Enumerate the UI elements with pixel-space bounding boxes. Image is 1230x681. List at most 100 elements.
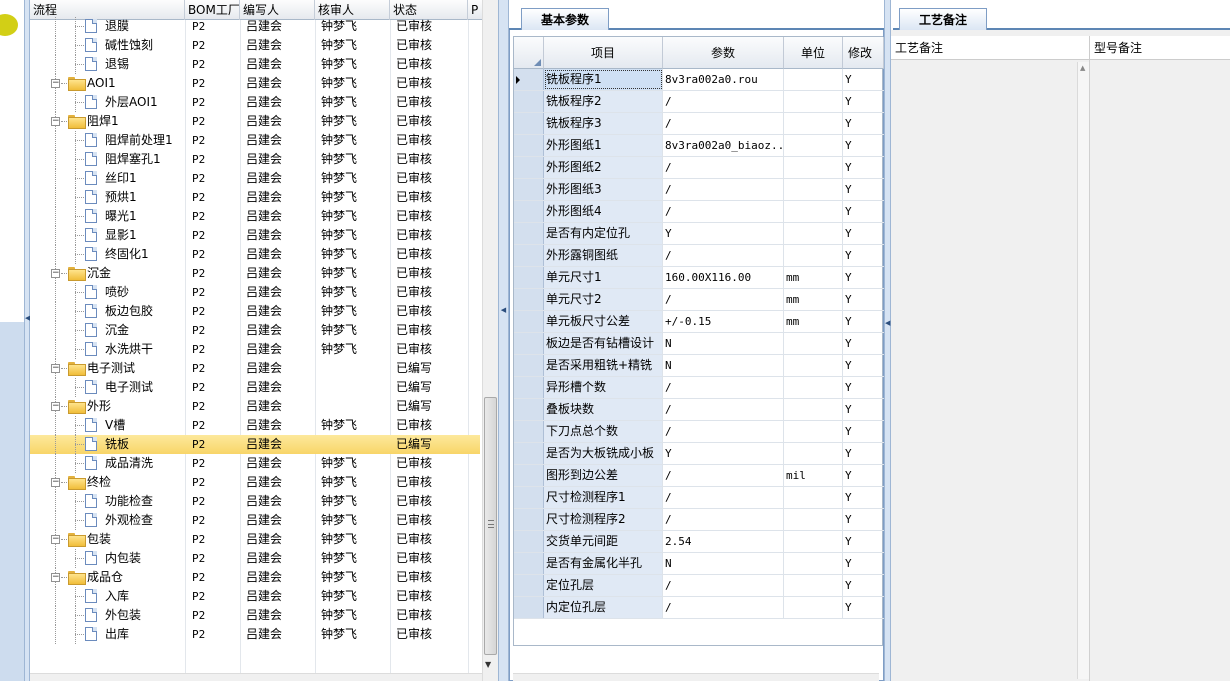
tree-row[interactable]: 阻焊前处理1 P2 吕建会 钟梦飞 已审核 <box>30 131 480 150</box>
row-indicator[interactable] <box>514 267 544 288</box>
params-row[interactable]: 是否有金属化半孔 N Y <box>514 553 884 575</box>
param-item-cell[interactable]: 板边是否有钻槽设计 <box>544 333 663 354</box>
tree-row[interactable]: 入库 P2 吕建会 钟梦飞 已审核 <box>30 587 480 606</box>
param-item-cell[interactable]: 单元尺寸1 <box>544 267 663 288</box>
param-value-cell[interactable]: / <box>663 399 784 420</box>
col-header-item[interactable]: 项目 <box>544 37 663 69</box>
param-value-cell[interactable]: 8v3ra002a0.rou <box>663 69 784 90</box>
param-unit-cell[interactable] <box>784 223 843 244</box>
params-row[interactable]: 尺寸检测程序1/ Y <box>514 487 884 509</box>
row-indicator[interactable] <box>514 553 544 574</box>
param-item-cell[interactable]: 是否为大板铣成小板 <box>544 443 663 464</box>
tree-group-row[interactable]: − 终检 P2 吕建会 钟梦飞 已审核 <box>30 473 480 492</box>
params-row[interactable]: 下刀点总个数 / Y <box>514 421 884 443</box>
param-modified-cell[interactable]: Y <box>843 377 884 398</box>
tree-row[interactable]: 外观检查 P2 吕建会 钟梦飞 已审核 <box>30 511 480 530</box>
params-row[interactable]: 单元尺寸1 160.00X116.00 mm Y <box>514 267 884 289</box>
param-modified-cell[interactable]: Y <box>843 465 884 486</box>
model-note-textarea[interactable] <box>1090 60 1230 681</box>
param-item-cell[interactable]: 铣板程序2 <box>544 91 663 112</box>
param-unit-cell[interactable] <box>784 597 843 618</box>
tree-group-row[interactable]: − AOI1 P2 吕建会 钟梦飞 已审核 <box>30 74 480 93</box>
param-value-cell[interactable]: / <box>663 597 784 618</box>
tree-row[interactable]: 阻焊塞孔1 P2 吕建会 钟梦飞 已审核 <box>30 150 480 169</box>
param-unit-cell[interactable] <box>784 531 843 552</box>
tree-row[interactable]: 外包装 P2 吕建会 钟梦飞 已审核 <box>30 606 480 625</box>
param-item-cell[interactable]: 外形图纸2 <box>544 157 663 178</box>
tree-row[interactable]: 沉金 P2 吕建会 钟梦飞 已审核 <box>30 321 480 340</box>
param-modified-cell[interactable]: Y <box>843 333 884 354</box>
params-row[interactable]: 外形图纸4/ Y <box>514 201 884 223</box>
param-value-cell[interactable]: / <box>663 465 784 486</box>
params-row[interactable]: 是否采用粗铣+精铣 N Y <box>514 355 884 377</box>
param-modified-cell[interactable]: Y <box>843 289 884 310</box>
param-unit-cell[interactable] <box>784 333 843 354</box>
collapse-toggle-icon[interactable]: − <box>51 269 60 278</box>
middle-splitter[interactable]: ◀ <box>498 0 509 681</box>
param-modified-cell[interactable]: Y <box>843 179 884 200</box>
row-indicator[interactable] <box>514 377 544 398</box>
param-value-cell[interactable]: / <box>663 91 784 112</box>
tab-process-notes[interactable]: 工艺备注 <box>899 8 987 30</box>
tree-row[interactable]: 终固化1 P2 吕建会 钟梦飞 已审核 <box>30 245 480 264</box>
scroll-down-arrow-icon[interactable]: ▼ <box>485 660 491 669</box>
params-horizontal-scrollbar[interactable] <box>513 673 879 681</box>
param-value-cell[interactable]: N <box>663 553 784 574</box>
tree-row[interactable]: 出库 P2 吕建会 钟梦飞 已审核 <box>30 625 480 644</box>
scroll-up-arrow-icon[interactable]: ▲ <box>1080 64 1085 72</box>
row-indicator[interactable] <box>514 333 544 354</box>
params-row[interactable]: 铣板程序1 8v3ra002a0.rou Y <box>514 69 884 91</box>
param-item-cell[interactable]: 交货单元间距 <box>544 531 663 552</box>
row-indicator[interactable] <box>514 223 544 244</box>
param-modified-cell[interactable]: Y <box>843 553 884 574</box>
tab-basic-params[interactable]: 基本参数 <box>521 8 609 30</box>
param-modified-cell[interactable]: Y <box>843 245 884 266</box>
row-indicator[interactable] <box>514 399 544 420</box>
collapse-toggle-icon[interactable]: − <box>51 117 60 126</box>
param-value-cell[interactable]: / <box>663 509 784 530</box>
param-unit-cell[interactable] <box>784 201 843 222</box>
params-row[interactable]: 外形露铜图纸 / Y <box>514 245 884 267</box>
params-row[interactable]: 尺寸检测程序2/ Y <box>514 509 884 531</box>
tree-row[interactable]: 曝光1 P2 吕建会 钟梦飞 已审核 <box>30 207 480 226</box>
param-unit-cell[interactable]: mm <box>784 289 843 310</box>
param-unit-cell[interactable] <box>784 421 843 442</box>
param-item-cell[interactable]: 叠板块数 <box>544 399 663 420</box>
param-value-cell[interactable]: / <box>663 421 784 442</box>
params-row[interactable]: 外形图纸2/ Y <box>514 157 884 179</box>
row-indicator[interactable] <box>514 113 544 134</box>
params-row[interactable]: 定位孔层 / Y <box>514 575 884 597</box>
param-modified-cell[interactable]: Y <box>843 201 884 222</box>
param-item-cell[interactable]: 定位孔层 <box>544 575 663 596</box>
param-modified-cell[interactable]: Y <box>843 575 884 596</box>
row-indicator[interactable] <box>514 201 544 222</box>
tree-horizontal-scrollbar[interactable] <box>30 673 482 681</box>
tree-row[interactable]: 退锡 P2 吕建会 钟梦飞 已审核 <box>30 55 480 74</box>
tree-row[interactable]: 板边包胶 P2 吕建会 钟梦飞 已审核 <box>30 302 480 321</box>
param-unit-cell[interactable] <box>784 245 843 266</box>
params-row[interactable]: 异形槽个数 / Y <box>514 377 884 399</box>
row-indicator[interactable] <box>514 135 544 156</box>
tree-group-row[interactable]: − 外形 P2 吕建会 已编写 <box>30 397 480 416</box>
param-unit-cell[interactable] <box>784 355 843 376</box>
tree-row[interactable]: 碱性蚀刻 P2 吕建会 钟梦飞 已审核 <box>30 36 480 55</box>
param-item-cell[interactable]: 单元尺寸2 <box>544 289 663 310</box>
param-value-cell[interactable]: / <box>663 487 784 508</box>
collapse-toggle-icon[interactable]: − <box>51 364 60 373</box>
row-indicator[interactable] <box>514 465 544 486</box>
param-modified-cell[interactable]: Y <box>843 157 884 178</box>
param-item-cell[interactable]: 外形图纸4 <box>544 201 663 222</box>
param-value-cell[interactable]: 8v3ra002a0_biaoz... <box>663 135 784 156</box>
params-row[interactable]: 板边是否有钻槽设计 N Y <box>514 333 884 355</box>
tree-group-row[interactable]: − 成品仓 P2 吕建会 钟梦飞 已审核 <box>30 568 480 587</box>
col-header-modified[interactable]: 修改 <box>843 37 884 69</box>
param-value-cell[interactable]: / <box>663 245 784 266</box>
params-row[interactable]: 叠板块数 / Y <box>514 399 884 421</box>
param-modified-cell[interactable]: Y <box>843 421 884 442</box>
param-unit-cell[interactable]: mil <box>784 465 843 486</box>
col-header-unit[interactable]: 单位 <box>784 37 843 69</box>
param-modified-cell[interactable]: Y <box>843 135 884 156</box>
row-indicator[interactable] <box>514 289 544 310</box>
param-item-cell[interactable]: 单元板尺寸公差 <box>544 311 663 332</box>
param-modified-cell[interactable]: Y <box>843 531 884 552</box>
